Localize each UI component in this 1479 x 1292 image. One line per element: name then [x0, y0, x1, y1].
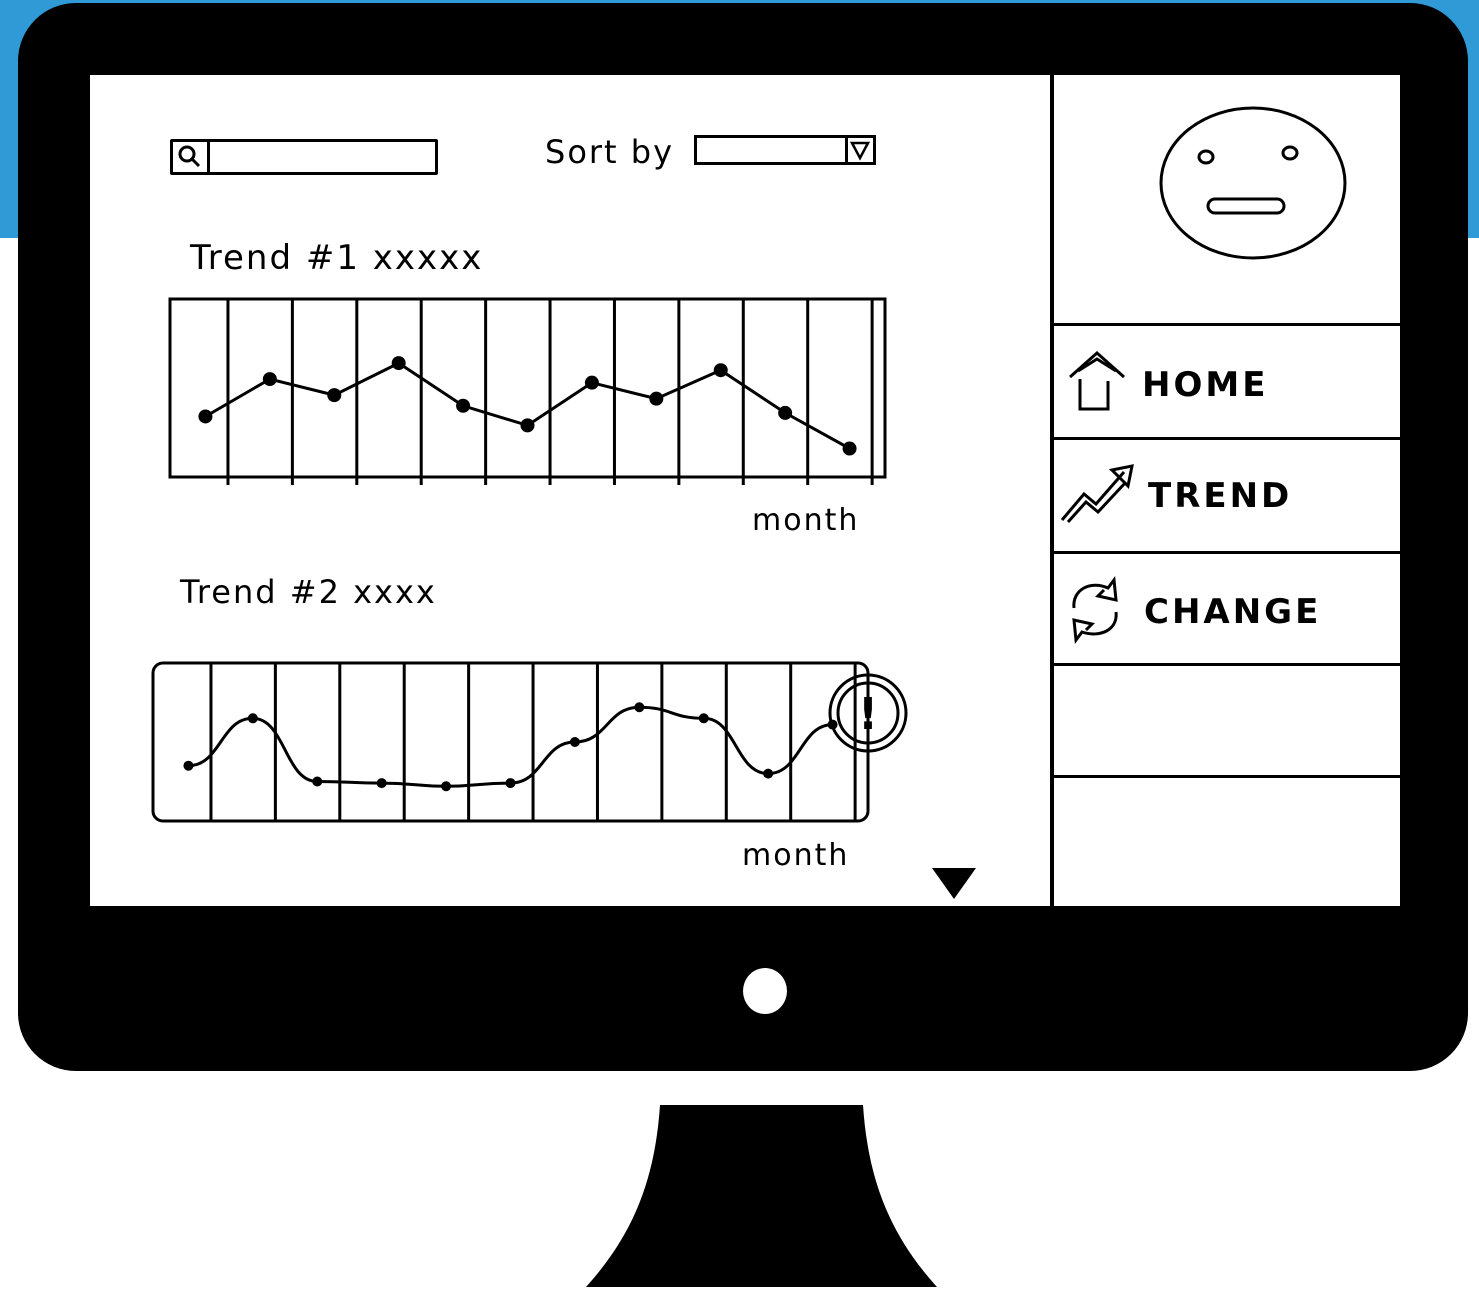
trend-2-chart: ! [151, 661, 908, 823]
data-point [327, 388, 342, 403]
data-point [456, 398, 471, 413]
alert-label: ! [858, 689, 878, 740]
trend-icon [1060, 464, 1134, 524]
data-point [247, 713, 258, 724]
power-button [743, 968, 787, 1014]
trend-1-xlabel: month [752, 503, 860, 538]
data-point [376, 778, 387, 789]
change-icon [1072, 576, 1118, 644]
data-point [441, 781, 452, 792]
data-point [842, 441, 857, 456]
data-point [713, 363, 728, 378]
home-icon [1069, 350, 1125, 411]
data-point [698, 713, 709, 724]
data-point [584, 375, 599, 390]
sidebar-item-label: HOME [1142, 365, 1269, 405]
data-point [763, 768, 774, 779]
series-line [204, 361, 851, 450]
data-point [778, 405, 793, 420]
nav-separator [1054, 663, 1400, 666]
avatar[interactable] [1158, 105, 1348, 265]
data-point [183, 760, 194, 771]
data-point [198, 409, 213, 424]
sidebar-item-label: CHANGE [1144, 592, 1322, 632]
series-line [188, 705, 833, 788]
data-point [634, 702, 645, 713]
data-point [520, 418, 535, 433]
sidebar-item-label: TREND [1148, 476, 1293, 516]
data-point [391, 356, 406, 371]
data-point [505, 778, 516, 789]
nav-separator [1054, 323, 1400, 326]
nav-separator [1054, 775, 1400, 778]
data-point [569, 737, 580, 747]
sidebar-item-change[interactable]: CHANGE [1054, 554, 1400, 664]
chart-frame [151, 661, 870, 823]
data-point [312, 776, 323, 787]
trend-1-chart [168, 297, 887, 485]
data-point [649, 391, 664, 406]
sidebar-item-home[interactable]: HOME [1054, 327, 1400, 437]
screen: Sort by Trend #1 xxxxx Trend #2 xxxx ! m… [90, 75, 1400, 906]
data-point [262, 372, 277, 387]
trend-charts: ! [151, 297, 908, 823]
chart-frame [168, 297, 887, 479]
sidebar-item-trend[interactable]: TREND [1054, 440, 1400, 550]
scroll-down-icon[interactable] [930, 865, 980, 905]
trend-2-xlabel: month [742, 838, 850, 873]
